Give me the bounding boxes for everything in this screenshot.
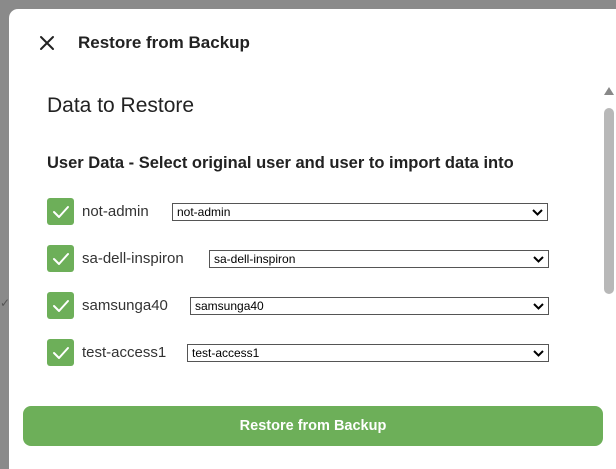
chevron-down-icon: [533, 350, 544, 357]
user-label: test-access1: [82, 344, 167, 361]
scroll-thumb[interactable]: [604, 108, 614, 294]
user-label: not-admin: [82, 203, 149, 220]
user-row: not-admin not-admin: [47, 198, 567, 226]
user-select-value: sa-dell-inspiron: [214, 252, 296, 266]
close-button[interactable]: [35, 31, 59, 55]
user-select[interactable]: samsunga40: [190, 297, 549, 315]
chevron-down-icon: [532, 209, 543, 216]
user-label: sa-dell-inspiron: [82, 250, 184, 267]
close-icon: [40, 36, 54, 50]
section-subtitle: User Data - Select original user and use…: [47, 154, 514, 172]
user-checkbox[interactable]: [47, 339, 74, 366]
dialog-header: Restore from Backup: [9, 9, 616, 75]
user-row: test-access1 test-access1: [47, 339, 567, 367]
scroll-up-icon[interactable]: [604, 87, 614, 95]
user-select[interactable]: sa-dell-inspiron: [209, 250, 549, 268]
user-checkbox[interactable]: [47, 292, 74, 319]
scrollbar[interactable]: [602, 87, 616, 297]
user-row: sa-dell-inspiron sa-dell-inspiron: [47, 245, 567, 273]
user-select[interactable]: test-access1: [187, 344, 549, 362]
dialog-title: Restore from Backup: [78, 33, 250, 52]
chevron-down-icon: [533, 256, 544, 263]
restore-dialog: Restore from Backup Data to Restore User…: [9, 9, 616, 469]
user-select[interactable]: not-admin: [172, 203, 548, 221]
user-checkbox[interactable]: [47, 198, 74, 225]
checkmark-icon: [52, 346, 69, 359]
section-title: Data to Restore: [47, 94, 195, 117]
user-select-value: samsunga40: [195, 299, 264, 313]
user-checkbox[interactable]: [47, 245, 74, 272]
user-label: samsunga40: [82, 297, 168, 314]
user-row: samsunga40 samsunga40: [47, 292, 567, 320]
chevron-down-icon: [533, 303, 544, 310]
restore-button[interactable]: Restore from Backup: [23, 406, 603, 446]
user-select-value: not-admin: [177, 205, 231, 219]
checkmark-icon: [52, 205, 69, 218]
checkmark-icon: [52, 252, 69, 265]
user-select-value: test-access1: [192, 346, 260, 360]
checkmark-icon: [52, 299, 69, 312]
